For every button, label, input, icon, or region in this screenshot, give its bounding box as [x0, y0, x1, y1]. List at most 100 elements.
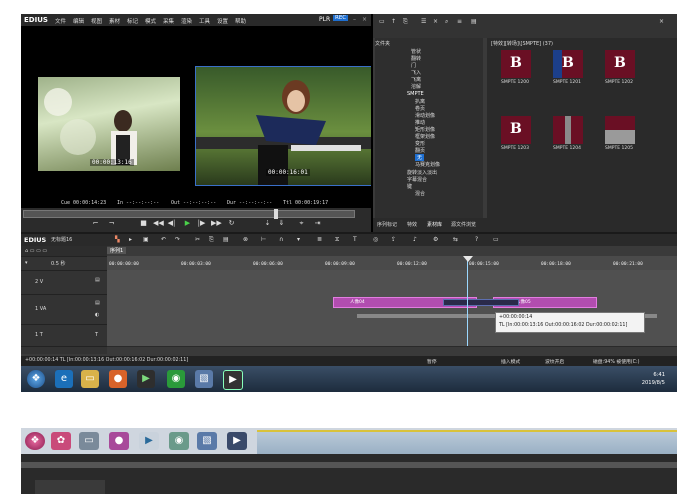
edius-taskbar-icon[interactable]: ▶ [223, 370, 243, 390]
ie-icon[interactable]: e [55, 370, 73, 388]
status-insert-mode[interactable]: 插入模式 [501, 358, 520, 365]
tree-item[interactable]: 门 [411, 62, 416, 69]
tree-item[interactable]: 飞离 [411, 76, 421, 83]
start-button-icon[interactable]: ❖ [27, 370, 45, 388]
notes-app-icon[interactable]: ▧ [195, 370, 213, 388]
effect-thumb[interactable]: B [501, 50, 531, 78]
timeline-zoom[interactable]: 0.5 秒 [51, 260, 66, 267]
tree-item[interactable]: 混合 [415, 190, 425, 197]
tree-item[interactable]: 翻页 [415, 147, 425, 154]
open-icon[interactable]: ▸ [129, 236, 132, 243]
tab-sequence1[interactable]: 序列1 [107, 247, 127, 254]
menu-edit[interactable]: 编辑 [73, 17, 84, 25]
record-preview[interactable]: 00:00:16:01 [195, 66, 373, 186]
set-out-icon[interactable]: ¬ [107, 219, 116, 228]
bin-close-icon[interactable]: × [659, 18, 664, 25]
tree-item[interactable]: 管状 [411, 48, 421, 55]
search-icon[interactable]: ⌕ [445, 18, 448, 26]
notes-app-icon[interactable]: ▧ [197, 432, 217, 450]
recorder-mode-label[interactable]: REC [333, 15, 349, 21]
step-back-icon[interactable]: ◀| [167, 219, 176, 228]
tree-item-selected[interactable]: 无 [415, 154, 425, 161]
effect-thumb[interactable]: B [501, 116, 531, 144]
tree-item[interactable]: 字幕混合 [407, 176, 427, 183]
copy-icon[interactable]: ⎘ [209, 236, 214, 244]
menu-file[interactable]: 文件 [55, 17, 66, 25]
explorer-icon[interactable]: ▭ [81, 370, 99, 388]
scrub-bar[interactable] [23, 209, 355, 219]
fast-forward-icon[interactable]: ▶▶ [211, 219, 222, 228]
tree-item[interactable]: 翻转 [411, 55, 421, 62]
match-frame-icon[interactable]: ⌖ [297, 219, 306, 228]
stop-icon[interactable]: ■ [139, 219, 148, 228]
tab-bin[interactable]: 素材库 [427, 221, 442, 228]
title-icon[interactable]: T [353, 236, 357, 243]
player-mode-label[interactable]: PLR [319, 16, 330, 23]
overwrite-to-timeline-icon[interactable]: ⇓ [277, 219, 286, 228]
menu-capture[interactable]: 采集 [163, 17, 174, 25]
menu-mode[interactable]: 模式 [145, 17, 156, 25]
sync-icon[interactable]: ⇆ [453, 236, 458, 243]
menu-render[interactable]: 渲染 [181, 17, 192, 25]
lane-2v[interactable] [107, 270, 677, 295]
green-app-icon[interactable]: ◉ [167, 370, 185, 388]
tree-item[interactable]: 滑动划像 [415, 112, 435, 119]
track-tool-icons[interactable]: ⌂ ▭ ▭ ▭ [25, 248, 47, 254]
list-view-icon[interactable]: ☰ [421, 18, 426, 25]
playhead-marker-icon[interactable] [463, 256, 473, 262]
export-file-icon[interactable]: ⇪ [391, 236, 396, 243]
firefox-icon[interactable]: ● [109, 370, 127, 388]
magnet-icon[interactable]: ∩ [279, 236, 283, 243]
tree-item[interactable]: 马赛克划像 [415, 161, 440, 168]
render-icon[interactable]: ◎ [373, 236, 378, 243]
transition-icon[interactable]: ⧖ [335, 236, 339, 244]
split-icon[interactable]: ⊢ [261, 236, 266, 243]
tree-item[interactable]: 推动 [415, 119, 425, 126]
cut-icon[interactable]: ✂ [195, 236, 200, 243]
menu-clip[interactable]: 素材 [109, 17, 120, 25]
menu-settings[interactable]: 设置 [217, 17, 228, 25]
track-header-1t[interactable]: 1 T T [21, 324, 107, 347]
loop-icon[interactable]: ↻ [227, 219, 236, 228]
effect-thumb[interactable]: B [605, 50, 635, 78]
app-icon[interactable]: ✿ [51, 432, 71, 450]
properties-icon[interactable]: ≡ [457, 18, 462, 25]
transition-region[interactable] [443, 299, 519, 306]
green-app-icon[interactable]: ◉ [169, 432, 189, 450]
tab-sequence-markers[interactable]: 序列标记 [377, 221, 397, 228]
speaker-icon[interactable]: ◐ [95, 312, 99, 318]
tree-item[interactable]: SMPTE [407, 91, 424, 97]
tab-source-browser[interactable]: 源文件浏览 [451, 221, 476, 228]
track-menu-icon[interactable]: ▤ [95, 277, 100, 283]
track-header-2v[interactable]: 2 V ▤ [21, 270, 107, 295]
ripple-delete-icon[interactable]: ⊗ [243, 236, 248, 243]
new-sequence-icon[interactable]: ▚ [115, 236, 120, 243]
paste-icon[interactable]: ▤ [223, 236, 229, 243]
tree-item[interactable]: 溶解 [411, 83, 421, 90]
up-folder-icon[interactable]: ↑ [391, 18, 396, 25]
media-app-icon[interactable]: ▶ [137, 370, 155, 388]
play-icon[interactable]: ▶ [183, 219, 192, 228]
collapse-icon[interactable]: ▾ [25, 260, 28, 266]
tree-item[interactable]: 飞入 [411, 69, 421, 76]
tree-item[interactable]: 变形 [415, 140, 425, 147]
help-icon[interactable]: ? [475, 236, 478, 243]
close-icon[interactable]: × [361, 16, 368, 23]
view-mode-icon[interactable]: ▤ [471, 18, 477, 25]
settings-gear-icon[interactable]: ⚙ [433, 236, 438, 243]
redo-icon[interactable]: ↷ [175, 236, 180, 243]
tree-item[interactable]: 键 [407, 183, 412, 190]
delete-icon[interactable]: × [433, 18, 438, 25]
source-preview[interactable]: 00:00:13:16 [38, 77, 180, 171]
tree-item[interactable]: 旋转淡入淡出 [407, 169, 437, 176]
status-ripple[interactable]: 波纹开启 [545, 358, 564, 365]
edius-taskbar-icon[interactable]: ▶ [227, 432, 247, 450]
effect-thumb[interactable] [605, 116, 635, 144]
effect-thumb[interactable]: B [553, 50, 583, 78]
folder-icon[interactable]: ▭ [379, 18, 385, 25]
minimize-icon[interactable]: – [351, 16, 358, 23]
title-track-icon[interactable]: T [95, 332, 98, 338]
tree-item[interactable]: 卷页 [415, 105, 425, 112]
explorer-icon[interactable]: ▭ [79, 432, 99, 450]
menu-view[interactable]: 视图 [91, 17, 102, 25]
